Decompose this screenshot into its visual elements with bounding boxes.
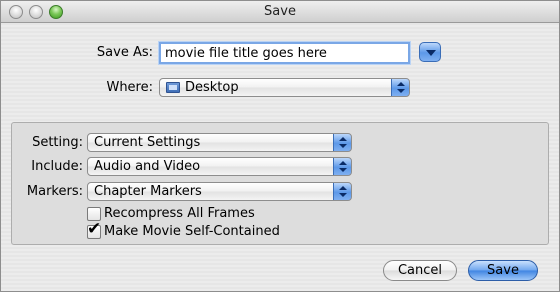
- where-popup-value: Desktop: [185, 80, 239, 95]
- include-label: Include:: [31, 159, 83, 174]
- where-label: Where:: [106, 80, 153, 95]
- chevron-down-icon: [426, 50, 436, 56]
- recompress-label: Recompress All Frames: [104, 206, 255, 221]
- setting-label: Setting:: [32, 135, 83, 150]
- self-contained-label: Make Movie Self-Contained: [104, 224, 280, 239]
- setting-popup[interactable]: Current Settings: [87, 133, 352, 152]
- checkmark-icon: ✔: [87, 219, 102, 239]
- popup-arrows-icon: [333, 134, 351, 151]
- self-contained-checkbox[interactable]: ✔: [87, 221, 101, 239]
- cancel-button[interactable]: Cancel: [383, 260, 457, 281]
- popup-arrows-icon: [391, 79, 409, 96]
- where-popup[interactable]: Desktop: [159, 78, 410, 97]
- desktop-folder-icon: [166, 82, 180, 93]
- save-as-label: Save As:: [96, 45, 153, 60]
- save-button[interactable]: Save: [468, 260, 538, 281]
- popup-arrows-icon: [333, 158, 351, 175]
- include-popup[interactable]: Audio and Video: [87, 157, 352, 176]
- save-dialog: Save Save As: movie file title goes here…: [0, 0, 560, 292]
- markers-popup[interactable]: Chapter Markers: [87, 182, 352, 201]
- window-title: Save: [264, 4, 296, 19]
- title-bar: Save: [1, 1, 559, 23]
- markers-label: Markers:: [26, 184, 83, 199]
- setting-popup-value: Current Settings: [94, 135, 201, 150]
- markers-popup-value: Chapter Markers: [94, 184, 202, 199]
- save-as-field[interactable]: movie file title goes here: [159, 42, 410, 64]
- expand-browser-button[interactable]: [419, 42, 441, 62]
- include-popup-value: Audio and Video: [94, 159, 201, 174]
- popup-arrows-icon: [333, 183, 351, 200]
